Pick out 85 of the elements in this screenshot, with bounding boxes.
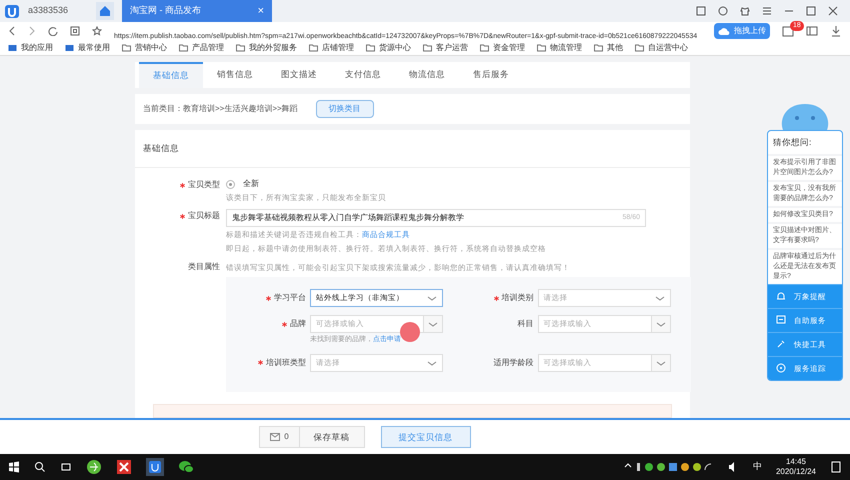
folder-icon xyxy=(122,43,131,52)
app-icon xyxy=(65,43,74,52)
bookmark-item[interactable]: 自运营中心 xyxy=(635,42,688,54)
star-icon xyxy=(92,26,102,36)
radio-button[interactable] xyxy=(226,180,235,188)
field-label: 科目 xyxy=(518,318,534,330)
browser-tab[interactable]: 淘宝网 - 商品发布 × xyxy=(122,0,272,22)
field-label: 适用学龄段 xyxy=(494,356,534,368)
folder-icon xyxy=(480,43,489,52)
browser-app-icon xyxy=(86,459,102,475)
bookmark-item[interactable]: 货源中心 xyxy=(366,42,411,54)
bookmark-item[interactable]: 物流管理 xyxy=(537,42,582,54)
search-icon xyxy=(34,461,46,473)
close-tab-button[interactable]: × xyxy=(258,2,264,20)
category-path: 当前类目：教育培训>>生活兴趣培训>>舞蹈 xyxy=(143,102,298,115)
save-draft-button[interactable]: 保存草稿 xyxy=(300,427,364,447)
close-icon xyxy=(828,6,838,16)
field-label: 培训类别 xyxy=(502,292,534,304)
folder-icon xyxy=(236,43,245,52)
notification-icon xyxy=(830,461,842,473)
folder-icon xyxy=(537,43,546,52)
field-label: 品牌 xyxy=(290,318,306,330)
bookmark-item[interactable]: 最常使用 xyxy=(65,42,110,54)
back-icon xyxy=(8,26,16,36)
help-icon xyxy=(718,6,728,16)
bookmark-item[interactable]: 店铺管理 xyxy=(309,42,354,54)
input-method-indicator[interactable]: 中 xyxy=(752,460,762,474)
wrench-icon xyxy=(776,339,786,350)
chevron-down-icon xyxy=(650,316,670,332)
field-label: 培训班类型 xyxy=(266,356,306,368)
target-icon xyxy=(776,363,786,374)
folder-icon xyxy=(594,43,603,52)
folder-icon xyxy=(179,43,188,52)
field-label: 类目属性 xyxy=(188,260,220,273)
folder-icon xyxy=(309,43,318,52)
maximize-icon xyxy=(806,6,816,16)
field-label: 学习平台 xyxy=(274,292,306,304)
app-icon xyxy=(8,43,17,52)
folder-icon xyxy=(635,43,644,52)
bell-icon xyxy=(776,291,786,302)
windows-start-icon xyxy=(8,461,20,473)
section-tab[interactable]: 支付信息 xyxy=(331,62,395,88)
clock-date: 2020/12/24 xyxy=(776,467,816,477)
browser-logo-icon xyxy=(4,3,20,19)
bookmark-item[interactable]: 其他 xyxy=(594,42,623,54)
home-icon xyxy=(96,2,114,20)
account-name: a3383536 xyxy=(28,4,70,18)
folder-icon xyxy=(366,43,375,52)
bookmark-item[interactable]: 资金管理 xyxy=(480,42,525,54)
cloud-icon xyxy=(718,26,730,36)
tab-title: 淘宝网 - 商品发布 xyxy=(130,4,201,18)
menu-icon xyxy=(762,6,772,16)
bookmark-item[interactable]: 产品管理 xyxy=(179,42,224,54)
section-tab[interactable]: 图文描述 xyxy=(267,62,331,88)
taskbar-app-icon xyxy=(146,458,164,476)
chat-icon xyxy=(776,315,786,326)
refresh-icon xyxy=(48,26,58,36)
assistant-title: 猜你想问: xyxy=(772,136,812,149)
folder-icon xyxy=(423,43,432,52)
chevron-down-icon xyxy=(650,354,670,370)
download-icon xyxy=(830,25,842,37)
shirt-icon xyxy=(740,6,750,16)
message-button[interactable]: 0 xyxy=(260,427,300,447)
forward-icon xyxy=(28,26,36,36)
section-title: 基础信息 xyxy=(135,130,690,168)
section-tab[interactable]: 销售信息 xyxy=(203,62,267,88)
task-view-icon xyxy=(60,461,72,473)
panel-icon xyxy=(806,25,818,37)
bookmark-item[interactable]: 营销中心 xyxy=(122,42,167,54)
chevron-down-icon xyxy=(423,316,442,332)
chat-app-icon xyxy=(178,459,194,475)
section-tab[interactable]: 售后服务 xyxy=(459,62,523,88)
section-tab[interactable]: 物流信息 xyxy=(395,62,459,88)
mail-icon xyxy=(270,433,280,441)
bookmark-item[interactable]: 客户运营 xyxy=(423,42,468,54)
clock-time: 14:45 xyxy=(786,457,806,467)
field-label: 宝贝类型 xyxy=(188,179,220,191)
radio-label: 全新 xyxy=(243,178,259,190)
bookmark-item[interactable]: 我的外贸服务 xyxy=(236,42,297,54)
field-label: 宝贝标题 xyxy=(188,210,220,222)
window-icon xyxy=(696,6,706,16)
grid-icon xyxy=(70,26,80,36)
box-icon xyxy=(782,25,794,37)
bookmark-item[interactable]: 我的应用 xyxy=(8,42,53,54)
app-icon xyxy=(116,459,132,475)
